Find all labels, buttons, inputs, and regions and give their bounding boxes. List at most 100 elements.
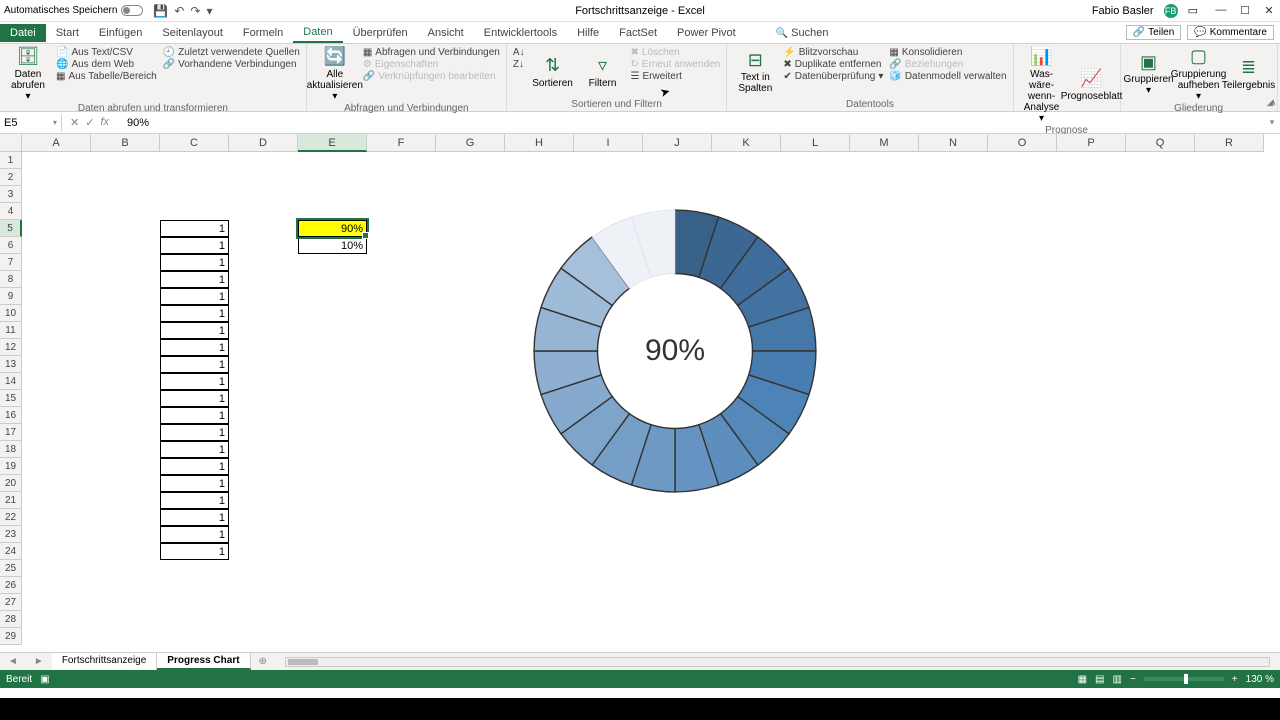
- zoom-out-icon[interactable]: −: [1130, 674, 1136, 685]
- sheet-nav-next-icon[interactable]: ►: [26, 656, 52, 667]
- cell[interactable]: 10%: [298, 237, 367, 254]
- column-header[interactable]: K: [712, 134, 781, 152]
- ribbon-display-icon[interactable]: ▭: [1188, 4, 1198, 17]
- row-header[interactable]: 7: [0, 254, 22, 271]
- comments-button[interactable]: 💬Kommentare: [1187, 25, 1274, 40]
- queries-connections-button[interactable]: ▦ Abfragen und Verbindungen: [363, 47, 500, 58]
- search-box[interactable]: Suchen: [766, 24, 839, 42]
- row-header[interactable]: 4: [0, 203, 22, 220]
- tab-formeln[interactable]: Formeln: [233, 24, 293, 42]
- zoom-in-icon[interactable]: +: [1232, 674, 1238, 685]
- manage-data-model-button[interactable]: 🧊 Datenmodell verwalten: [889, 71, 1006, 82]
- cell[interactable]: 1: [160, 373, 229, 390]
- group-button[interactable]: ▣Gruppieren ▾: [1127, 47, 1171, 102]
- row-header[interactable]: 13: [0, 356, 22, 373]
- data-validation-button[interactable]: ✔ Datenüberprüfung ▾: [783, 71, 883, 82]
- cell[interactable]: 1: [160, 220, 229, 237]
- sheet-tab[interactable]: Fortschrittsanzeige: [52, 653, 157, 670]
- row-header[interactable]: 25: [0, 560, 22, 577]
- fx-icon[interactable]: fx: [100, 116, 109, 129]
- column-header[interactable]: N: [919, 134, 988, 152]
- tab-start[interactable]: Start: [46, 24, 89, 42]
- row-header[interactable]: 8: [0, 271, 22, 288]
- row-header[interactable]: 21: [0, 492, 22, 509]
- column-header[interactable]: L: [781, 134, 850, 152]
- autosave-toggle[interactable]: Automatisches Speichern: [4, 5, 143, 16]
- tab-seitenlayout[interactable]: Seitenlayout: [152, 24, 233, 42]
- share-button[interactable]: 🔗Teilen: [1126, 25, 1182, 40]
- row-header[interactable]: 23: [0, 526, 22, 543]
- expand-formula-bar-icon[interactable]: ▾: [1264, 117, 1280, 128]
- consolidate-button[interactable]: ▦ Konsolidieren: [889, 47, 1006, 58]
- user-name[interactable]: Fabio Basler: [1092, 5, 1154, 17]
- row-header[interactable]: 1: [0, 152, 22, 169]
- column-header[interactable]: R: [1195, 134, 1264, 152]
- add-sheet-button[interactable]: ⊕: [251, 656, 275, 667]
- name-box[interactable]: E5: [0, 115, 62, 131]
- view-normal-icon[interactable]: ▦: [1078, 674, 1087, 685]
- cell[interactable]: 1: [160, 424, 229, 441]
- from-web-button[interactable]: 🌐 Aus dem Web: [56, 59, 157, 70]
- row-header[interactable]: 22: [0, 509, 22, 526]
- filter-button[interactable]: ▿Filtern: [581, 47, 625, 98]
- zoom-level[interactable]: 130 %: [1246, 674, 1274, 685]
- user-avatar[interactable]: FB: [1164, 4, 1178, 18]
- forecast-sheet-button[interactable]: 📈Prognoseblatt: [1070, 47, 1114, 124]
- column-header[interactable]: D: [229, 134, 298, 152]
- row-header[interactable]: 24: [0, 543, 22, 560]
- tab-überprüfen[interactable]: Überprüfen: [343, 24, 418, 42]
- column-header[interactable]: M: [850, 134, 919, 152]
- tab-file[interactable]: Datei: [0, 24, 46, 42]
- row-header[interactable]: 9: [0, 288, 22, 305]
- cell[interactable]: 1: [160, 441, 229, 458]
- qat-more-icon[interactable]: ▾: [206, 4, 212, 18]
- from-text-csv-button[interactable]: 📄 Aus Text/CSV: [56, 47, 157, 58]
- cell[interactable]: 1: [160, 339, 229, 356]
- sheet-nav-prev-icon[interactable]: ◄: [0, 656, 26, 667]
- cell[interactable]: 90%: [298, 220, 367, 237]
- what-if-button[interactable]: 📊Was-wäre-wenn-Analyse ▾: [1020, 47, 1064, 124]
- sort-button[interactable]: ⇅Sortieren: [531, 47, 575, 98]
- tab-ansicht[interactable]: Ansicht: [418, 24, 474, 42]
- sheet-tab[interactable]: Progress Chart: [157, 653, 250, 670]
- maximize-icon[interactable]: ☐: [1238, 4, 1252, 17]
- worksheet[interactable]: ABCDEFGHIJKLMNOPQR 123456789101112131415…: [0, 134, 1280, 652]
- progress-donut-chart[interactable]: 90%: [520, 196, 830, 506]
- cell[interactable]: 1: [160, 475, 229, 492]
- row-header[interactable]: 26: [0, 577, 22, 594]
- subtotal-button[interactable]: ≣Teilergebnis: [1227, 47, 1271, 102]
- text-to-columns-button[interactable]: ⊟Text in Spalten: [733, 47, 777, 98]
- existing-connections-button[interactable]: 🔗 Vorhandene Verbindungen: [163, 59, 300, 70]
- cell[interactable]: 1: [160, 390, 229, 407]
- row-header[interactable]: 18: [0, 441, 22, 458]
- zoom-slider[interactable]: [1144, 677, 1224, 681]
- column-header[interactable]: G: [436, 134, 505, 152]
- refresh-all-button[interactable]: 🔄Alle aktualisieren ▾: [313, 47, 357, 102]
- cell[interactable]: 1: [160, 458, 229, 475]
- flash-fill-button[interactable]: ⚡ Blitzvorschau: [783, 47, 883, 58]
- tab-power pivot[interactable]: Power Pivot: [667, 24, 746, 42]
- cell[interactable]: 1: [160, 356, 229, 373]
- row-header[interactable]: 2: [0, 169, 22, 186]
- cell[interactable]: 1: [160, 543, 229, 560]
- advanced-button[interactable]: ☰ Erweitert: [631, 71, 721, 82]
- horizontal-scrollbar[interactable]: [285, 657, 1270, 667]
- redo-icon[interactable]: ↷: [190, 4, 200, 18]
- cell[interactable]: 1: [160, 407, 229, 424]
- row-header[interactable]: 10: [0, 305, 22, 322]
- column-header[interactable]: O: [988, 134, 1057, 152]
- column-header[interactable]: J: [643, 134, 712, 152]
- minimize-icon[interactable]: —: [1214, 4, 1228, 17]
- row-header[interactable]: 3: [0, 186, 22, 203]
- toggle-icon[interactable]: [121, 5, 143, 16]
- row-header[interactable]: 15: [0, 390, 22, 407]
- column-header[interactable]: E: [298, 134, 367, 152]
- tab-entwicklertools[interactable]: Entwicklertools: [474, 24, 567, 42]
- tab-einfügen[interactable]: Einfügen: [89, 24, 152, 42]
- row-header[interactable]: 11: [0, 322, 22, 339]
- column-header[interactable]: I: [574, 134, 643, 152]
- from-table-button[interactable]: ▦ Aus Tabelle/Bereich: [56, 71, 157, 82]
- row-header[interactable]: 19: [0, 458, 22, 475]
- column-header[interactable]: H: [505, 134, 574, 152]
- column-header[interactable]: Q: [1126, 134, 1195, 152]
